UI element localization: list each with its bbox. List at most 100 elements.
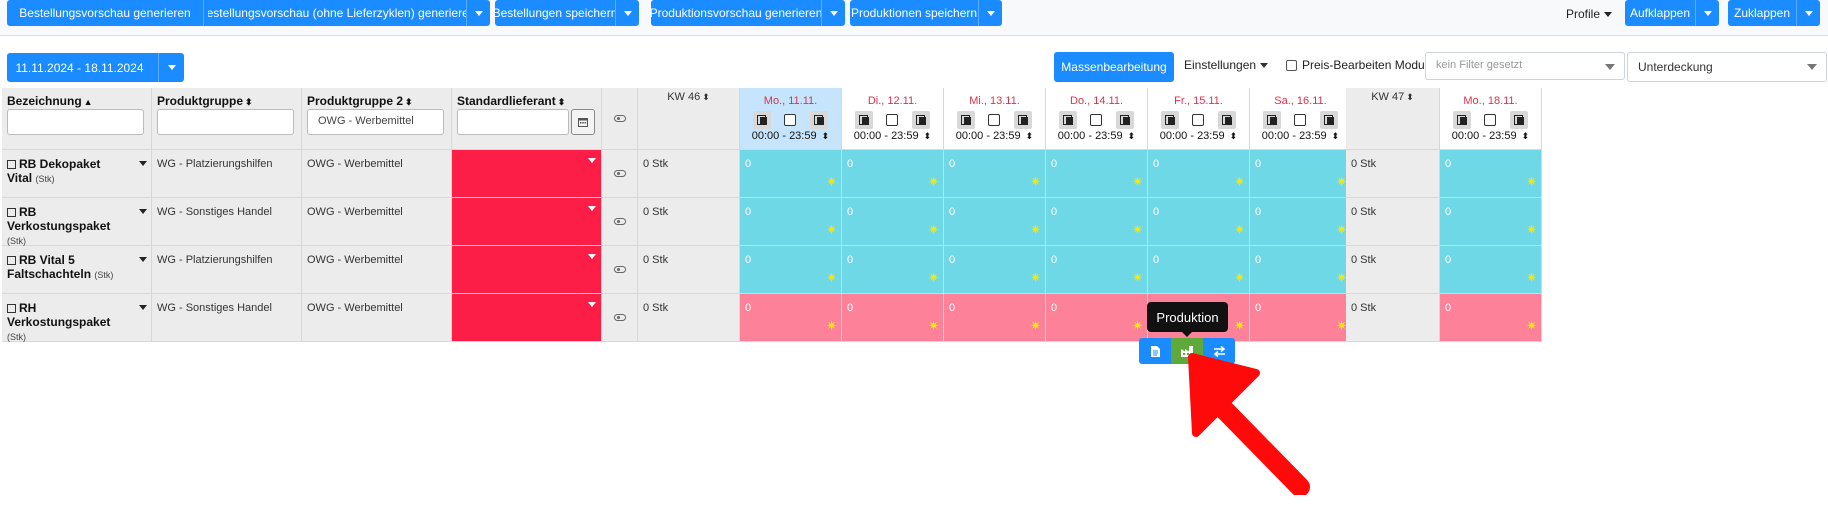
production-preview-button[interactable]: Produktionsvorschau generieren <box>651 0 822 26</box>
day-cell[interactable]: 0✷ <box>944 246 1046 294</box>
paste-icon[interactable] <box>1218 111 1237 129</box>
row-visibility-toggle[interactable] <box>602 198 638 246</box>
order-preview-no-cycles-button[interactable]: Bestellungsvorschau (ohne Lieferzyklen) … <box>208 0 475 26</box>
price-mode-checkbox[interactable] <box>1286 59 1297 71</box>
copy-icon[interactable] <box>1160 111 1179 129</box>
day-checkbox[interactable] <box>1294 114 1307 126</box>
coverage-select[interactable]: Unterdeckung <box>1627 52 1827 82</box>
copy-icon[interactable] <box>1452 111 1471 129</box>
day-checkbox[interactable] <box>784 114 797 126</box>
sort-supplier[interactable]: Standardlieferant ⬍ <box>457 94 565 108</box>
product-name[interactable]: RH Verkostungspaket (Stk) <box>7 301 122 344</box>
day-cell[interactable]: 0✷ <box>842 294 944 342</box>
date-range-dropdown[interactable] <box>158 53 184 82</box>
day-cell[interactable]: 0✷ <box>1250 246 1352 294</box>
day-cell[interactable]: 0✷ <box>944 150 1046 198</box>
copy-icon[interactable] <box>1262 111 1281 129</box>
day-cell[interactable]: 0✷ <box>944 294 1046 342</box>
external-link-icon[interactable] <box>7 160 16 169</box>
paste-icon[interactable] <box>810 111 829 129</box>
supplier-select[interactable] <box>452 150 602 198</box>
star-icon[interactable]: ✷ <box>1132 175 1143 188</box>
star-icon[interactable]: ✷ <box>826 175 837 188</box>
day-cell[interactable]: 0✷ <box>1148 198 1250 246</box>
order-preview-no-cycles-dropdown[interactable] <box>466 0 490 26</box>
supplier-select[interactable] <box>452 294 602 342</box>
copy-icon[interactable] <box>854 111 873 129</box>
paste-icon[interactable] <box>1014 111 1033 129</box>
star-icon[interactable]: ✷ <box>1234 319 1245 332</box>
day-cell[interactable]: 0✷ <box>842 246 944 294</box>
star-icon[interactable]: ✷ <box>1526 223 1537 236</box>
external-link-icon[interactable] <box>7 304 16 313</box>
row-visibility-toggle[interactable] <box>602 246 638 294</box>
paste-icon[interactable] <box>1510 111 1529 129</box>
time-window[interactable]: 00:00 - 23:59 ⬍ <box>1148 130 1249 142</box>
chevron-down-icon[interactable] <box>139 257 147 262</box>
expand-button[interactable]: Aufklappen <box>1625 0 1695 26</box>
copy-icon[interactable] <box>752 111 771 129</box>
collapse-dropdown[interactable] <box>1796 0 1820 26</box>
group2-filter-input[interactable]: OWG - Werbemittel <box>307 109 444 135</box>
day-checkbox[interactable] <box>886 114 899 126</box>
day-cell[interactable]: 0✷ <box>740 150 842 198</box>
price-mode-toggle[interactable]: Preis-Bearbeiten Modus <box>1286 58 1431 72</box>
filter-select[interactable]: kein Filter gesetzt <box>1425 52 1625 80</box>
day-checkbox[interactable] <box>1192 114 1205 126</box>
production-preview-dropdown[interactable] <box>821 0 845 26</box>
star-icon[interactable]: ✷ <box>1234 175 1245 188</box>
profile-menu[interactable]: Profile <box>1566 4 1613 24</box>
day-cell[interactable]: 0✷ <box>1046 150 1148 198</box>
supplier-filter-input[interactable] <box>457 109 569 135</box>
mass-edit-button[interactable]: Massenbearbeitung <box>1054 52 1174 82</box>
star-icon[interactable]: ✷ <box>826 223 837 236</box>
day-cell[interactable]: 0✷ <box>1148 150 1250 198</box>
star-icon[interactable]: ✷ <box>928 223 939 236</box>
day-cell[interactable]: 0✷ <box>1046 198 1148 246</box>
external-link-icon[interactable] <box>7 256 16 265</box>
star-icon[interactable]: ✷ <box>1234 223 1245 236</box>
star-icon[interactable]: ✷ <box>1132 319 1143 332</box>
star-icon[interactable]: ✷ <box>928 175 939 188</box>
star-icon[interactable]: ✷ <box>1526 319 1537 332</box>
star-icon[interactable]: ✷ <box>1234 271 1245 284</box>
sort-group2[interactable]: Produktgruppe 2 ⬍ <box>307 94 413 108</box>
day-cell[interactable]: 0✷ <box>1250 198 1352 246</box>
day-cell[interactable]: 0✷ <box>740 246 842 294</box>
product-name[interactable]: RB Vital 5 Faltschachteln (Stk) <box>7 253 122 282</box>
sort-name[interactable]: Bezeichnung ▲ <box>7 94 93 108</box>
save-productions-dropdown[interactable] <box>978 0 1002 26</box>
paste-icon[interactable] <box>1116 111 1135 129</box>
star-icon[interactable]: ✷ <box>1030 175 1041 188</box>
day-cell[interactable]: 0✷ <box>1148 246 1250 294</box>
save-orders-dropdown[interactable] <box>615 0 639 26</box>
product-name[interactable]: RB Verkostungspaket (Stk) <box>7 205 122 248</box>
order-preview-button[interactable]: Bestellungsvorschau generieren <box>7 0 203 26</box>
supplier-select[interactable] <box>452 198 602 246</box>
time-window[interactable]: 00:00 - 23:59 ⬍ <box>740 130 841 142</box>
date-range-button[interactable]: 11.11.2024 - 18.11.2024 <box>7 53 158 82</box>
day-checkbox[interactable] <box>988 114 1001 126</box>
star-icon[interactable]: ✷ <box>928 319 939 332</box>
day-cell[interactable]: 0✷ <box>1440 198 1542 246</box>
day-cell[interactable]: 0✷ <box>944 198 1046 246</box>
time-window[interactable]: 00:00 - 23:59 ⬍ <box>842 130 943 142</box>
save-productions-button[interactable]: Produktionen speichern <box>850 0 978 26</box>
day-checkbox[interactable] <box>1484 114 1497 126</box>
star-icon[interactable]: ✷ <box>826 319 837 332</box>
day-checkbox[interactable] <box>1090 114 1103 126</box>
day-cell[interactable]: 0✷ <box>842 150 944 198</box>
settings-menu[interactable]: Einstellungen <box>1184 58 1269 72</box>
time-window[interactable]: 00:00 - 23:59 ⬍ <box>944 130 1045 142</box>
paste-icon[interactable] <box>912 111 931 129</box>
star-icon[interactable]: ✷ <box>1030 223 1041 236</box>
time-window[interactable]: 00:00 - 23:59 ⬍ <box>1440 130 1541 142</box>
supplier-select[interactable] <box>452 246 602 294</box>
day-cell[interactable]: 0✷ <box>1440 294 1542 342</box>
star-icon[interactable]: ✷ <box>1526 271 1537 284</box>
day-cell[interactable]: 0✷ <box>1250 150 1352 198</box>
day-cell[interactable]: 0✷ <box>740 294 842 342</box>
paste-icon[interactable] <box>1320 111 1339 129</box>
collapse-button[interactable]: Zuklappen <box>1728 0 1796 26</box>
day-cell[interactable]: 0✷ <box>1440 150 1542 198</box>
